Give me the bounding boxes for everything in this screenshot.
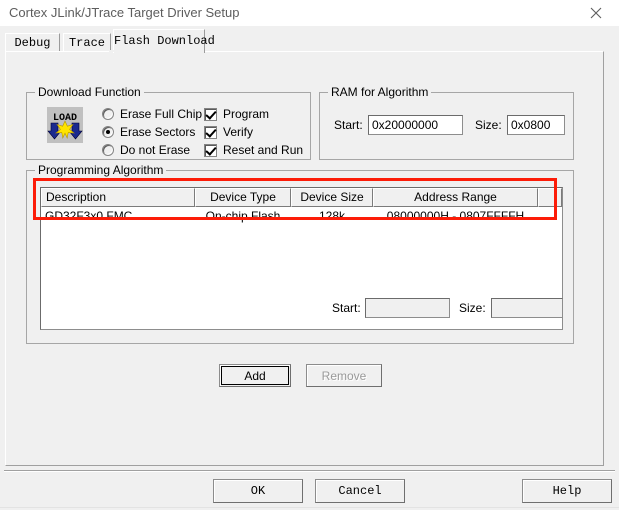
checkbox-program-label: Program [223,107,270,121]
group-programming-algorithm: Programming Algorithm Description Device… [26,163,574,344]
help-button[interactable]: Help [522,479,612,503]
column-header-device-size[interactable]: Device Size [291,188,373,207]
ok-button[interactable]: OK [213,479,303,503]
tab-debug[interactable]: Debug [5,33,60,52]
dialog-body: Debug Trace Flash Download Download Func… [0,26,619,510]
cell-description: GD32F3x0 FMC [45,209,133,223]
group-programming-algorithm-label: Programming Algorithm [35,163,167,177]
checkbox-reset-and-run-indicator [204,143,217,157]
checkbox-reset-and-run[interactable]: Reset and Run [204,143,303,157]
group-ram-for-algorithm-label: RAM for Algorithm [328,85,432,99]
checkbox-verify[interactable]: Verify [204,125,253,139]
ram-start-label: Start: [334,118,363,132]
checkbox-reset-and-run-label: Reset and Run [223,143,304,157]
radio-erase-sectors-indicator [102,126,114,138]
checkbox-program-indicator [204,107,217,121]
algorithm-size-label: Size: [459,301,486,315]
checkbox-program[interactable]: Program [204,107,269,121]
title-bar: Cortex JLink/JTrace Target Driver Setup [0,0,619,27]
ram-size-input[interactable]: 0x0800 [507,115,565,135]
radio-erase-sectors-label: Erase Sectors [120,125,196,139]
radio-erase-sectors[interactable]: Erase Sectors [102,125,195,139]
checkbox-verify-label: Verify [223,125,254,139]
algorithm-size-input[interactable] [491,298,563,318]
close-button[interactable] [579,2,613,24]
ram-size-label: Size: [475,118,502,132]
cell-device-type: On-chip Flash [205,209,281,223]
algorithm-start-label: Start: [332,301,361,315]
add-button[interactable]: Add [219,364,291,387]
radio-do-not-erase-indicator [102,144,114,156]
window-title: Cortex JLink/JTrace Target Driver Setup [9,5,240,20]
tab-strip: Debug Trace Flash Download [5,28,605,53]
footer-separator [4,470,615,472]
ram-start-input[interactable]: 0x20000000 [368,115,463,135]
tab-notch [109,50,199,52]
cell-address-range: 08000000H - 0807FFFFH [386,209,525,223]
radio-erase-full-chip-indicator [102,108,114,120]
radio-do-not-erase-label: Do not Erase [120,143,191,157]
table-header-row: Description Device Type Device Size Addr… [41,188,562,207]
cancel-button[interactable]: Cancel [315,479,405,503]
group-download-function-label: Download Function [35,85,144,99]
table-row[interactable]: GD32F3x0 FMC On-chip Flash 128k 08000000… [41,207,562,225]
tab-page-flash-download: Download Function LOAD Erase Full Chip E… [5,51,604,466]
column-header-device-type[interactable]: Device Type [195,188,291,207]
close-icon [590,7,602,19]
algorithm-start-input[interactable] [365,298,450,318]
radio-do-not-erase[interactable]: Do not Erase [102,143,190,157]
group-ram-for-algorithm: RAM for Algorithm Start: 0x20000000 Size… [319,85,574,160]
group-download-function: Download Function LOAD Erase Full Chip E… [26,85,311,160]
tab-trace[interactable]: Trace [63,33,111,52]
column-header-address-range[interactable]: Address Range [373,188,538,207]
column-header-description[interactable]: Description [41,188,195,207]
radio-erase-full-chip-label: Erase Full Chip [120,107,203,121]
cell-device-size: 128k [318,209,346,223]
remove-button: Remove [306,364,382,387]
checkbox-verify-indicator [204,125,217,139]
cell-spacer [538,207,562,225]
load-flash-icon: LOAD [47,107,83,143]
radio-erase-full-chip[interactable]: Erase Full Chip [102,107,202,121]
column-header-spacer[interactable] [538,188,562,207]
